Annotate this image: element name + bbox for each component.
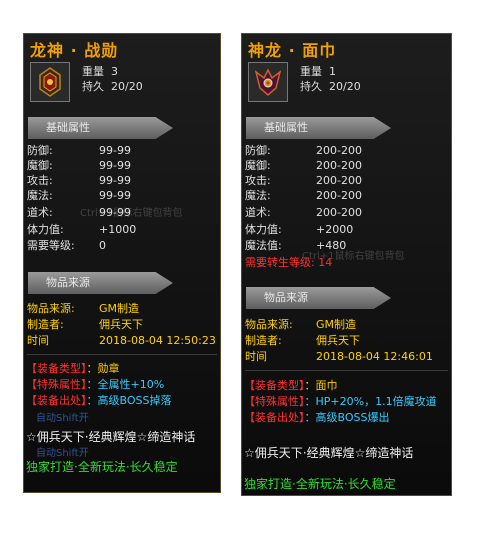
feature-special-attr: 【特殊属性】：全属性+10% — [26, 378, 165, 391]
durability-stat: 持久 20/20 — [300, 80, 361, 93]
attr-row: 道术: 99-99 — [27, 206, 131, 219]
source-row: 物品来源: GM制造 — [27, 302, 140, 315]
source-row: 制造者: 佣兵天下 — [245, 334, 360, 347]
item-title: 神龙 · 面巾 — [248, 41, 337, 60]
attr-row: 攻击: 200-200 — [245, 174, 362, 187]
section-item-source: 物品来源 — [246, 287, 391, 309]
rebirth-requirement: 需要转生等级: 14 — [245, 256, 333, 269]
slogan-classic: ☆佣兵天下·经典辉煌☆缔造神话 — [26, 430, 196, 444]
divider — [27, 354, 217, 355]
divider — [245, 370, 448, 371]
feature-equip-type: 【装备类型】：面巾 — [244, 379, 338, 392]
attr-row: 魔法值: +480 — [245, 239, 347, 252]
background-hint-text: 自动Shift开 — [36, 448, 89, 459]
weight-stat: 重量 3 — [82, 65, 118, 78]
weight-stat: 重量 1 — [300, 65, 336, 78]
item-icon-box — [30, 62, 70, 102]
slogan-exclusive: 独家打造·全新玩法·长久稳定 — [26, 460, 178, 474]
item-icon-box — [248, 62, 288, 102]
medal-icon — [39, 67, 61, 97]
item-tooltip-left: 龙神 · 战勋 重量 3 持久 20/20 基础属性 防御: 99-99 魔御: 9… — [23, 33, 221, 493]
section-item-source: 物品来源 — [28, 272, 173, 294]
attr-row: 防御: 99-99 — [27, 144, 131, 157]
mask-icon — [254, 68, 282, 96]
source-row: 制造者: 佣兵天下 — [27, 318, 143, 331]
attr-row: 体力值: +1000 — [27, 223, 137, 236]
attr-row: 魔法: 99-99 — [27, 189, 131, 202]
attr-row: 魔法: 200-200 — [245, 189, 362, 202]
source-row: 物品来源: GM制造 — [245, 318, 357, 331]
section-basic-attributes: 基础属性 — [28, 117, 173, 139]
feature-special-attr: 【特殊属性】：HP+20%，1.1倍魔攻道 — [244, 395, 437, 408]
background-hint-text: 自动Shift开 — [36, 413, 89, 424]
attr-row: 道术: 200-200 — [245, 206, 362, 219]
source-row: 时间 2018-08-04 12:50:23 — [27, 334, 216, 347]
attr-row: 魔御: 200-200 — [245, 159, 362, 172]
attr-row: 魔御: 99-99 — [27, 159, 131, 172]
background-hint-text: Ctrl+1鼠标右键包背包 — [80, 208, 183, 219]
slogan-exclusive: 独家打造·全新玩法·长久稳定 — [244, 477, 396, 491]
feature-equip-type: 【装备类型】：勋章 — [26, 362, 120, 375]
item-title: 龙神 · 战勋 — [30, 41, 119, 60]
source-row: 时间 2018-08-04 12:46:01 — [245, 350, 433, 363]
slogan-classic: ☆佣兵天下·经典辉煌☆缔造神话 — [244, 446, 414, 460]
feature-origin: 【装备出处】：高级BOSS掉落 — [26, 394, 172, 407]
attr-row: 防御: 200-200 — [245, 144, 362, 157]
durability-stat: 持久 20/20 — [82, 80, 143, 93]
feature-origin: 【装备出处】：高级BOSS爆出 — [244, 411, 390, 424]
item-tooltip-right: 神龙 · 面巾 重量 1 持久 20/20 基础属性 防御: 200-200 魔御… — [241, 33, 452, 496]
section-basic-attributes: 基础属性 — [246, 117, 391, 139]
attr-row: 攻击: 99-99 — [27, 174, 131, 187]
attr-row: 需要等级: 0 — [27, 239, 106, 252]
attr-row: 体力值: +2000 — [245, 223, 354, 236]
